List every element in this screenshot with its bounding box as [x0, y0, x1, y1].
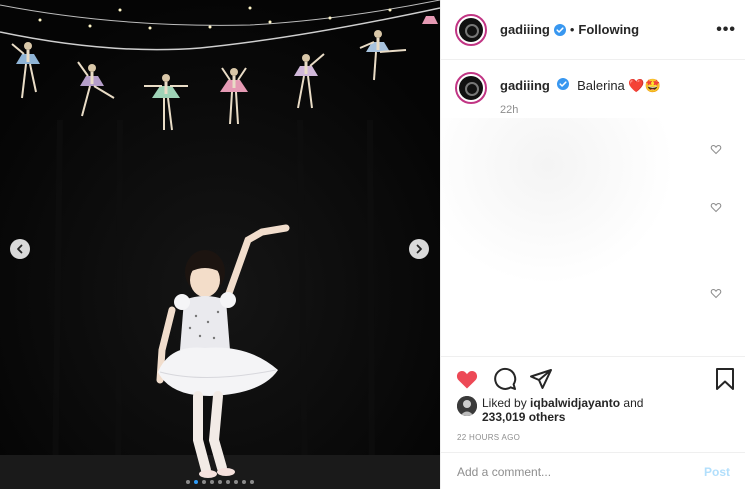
post-actions: Liked by iqbalwidjayanto and 233,019 oth…: [441, 356, 745, 489]
chevron-left-icon: [17, 244, 23, 254]
liked-by-summary: Liked by iqbalwidjayanto and 233,019 oth…: [457, 396, 643, 424]
liked-by-conjunction: and: [623, 396, 644, 410]
post-comment-button[interactable]: Post: [704, 465, 730, 479]
post-author-username[interactable]: gadiiing: [500, 22, 550, 37]
comments-area: [441, 118, 745, 353]
carousel-dot: [242, 480, 246, 484]
ballerina-photo-image: [0, 0, 440, 489]
liked-by-prefix: Liked by: [482, 396, 527, 410]
carousel-dot: [194, 480, 198, 484]
carousel-prev-button[interactable]: [10, 239, 30, 259]
carousel-dot: [226, 480, 230, 484]
carousel-dot: [250, 480, 254, 484]
caption-text: Balerina: [577, 78, 625, 93]
more-options-icon[interactable]: •••: [716, 21, 736, 39]
carousel-next-button[interactable]: [409, 239, 429, 259]
chevron-right-icon: [416, 244, 422, 254]
likes-count[interactable]: 233,019 others: [482, 410, 565, 424]
bookmark-icon[interactable]: [713, 367, 737, 391]
post-photo[interactable]: [0, 0, 440, 489]
carousel-dot: [234, 480, 238, 484]
caption-emoji: ❤️🤩: [628, 78, 661, 93]
carousel-dot: [210, 480, 214, 484]
post-header: gadiiing • Following •••: [441, 0, 745, 60]
carousel-dot: [202, 480, 206, 484]
share-icon[interactable]: [529, 367, 553, 391]
carousel-dot: [186, 480, 190, 484]
heart-icon[interactable]: [455, 367, 479, 391]
caption-avatar[interactable]: [455, 72, 487, 104]
avatar[interactable]: [455, 13, 487, 46]
comment-like-heart-icon[interactable]: [710, 287, 722, 299]
verified-badge-icon: [553, 23, 566, 36]
following-button[interactable]: Following: [578, 22, 639, 37]
carousel-dot: [218, 480, 222, 484]
post-side-panel: gadiiing • Following ••• gadiiing Baleri…: [440, 0, 745, 489]
comment-like-heart-icon[interactable]: [710, 201, 722, 213]
carousel-indicator: [0, 480, 440, 484]
liked-by-user[interactable]: iqbalwidjayanto: [530, 396, 620, 410]
post-caption: gadiiing Balerina ❤️🤩: [455, 72, 661, 104]
liked-by-avatar[interactable]: [457, 396, 477, 416]
caption-username[interactable]: gadiiing: [500, 78, 550, 93]
comment-icon[interactable]: [493, 367, 517, 391]
caption-time[interactable]: 22h: [500, 104, 518, 116]
comment-input[interactable]: [457, 464, 704, 479]
comment-like-heart-icon[interactable]: [710, 143, 722, 155]
post-timestamp[interactable]: 22 HOURS AGO: [457, 433, 520, 442]
header-separator: •: [569, 22, 575, 37]
verified-badge-icon: [557, 78, 570, 90]
comment-form: Post: [441, 452, 745, 489]
